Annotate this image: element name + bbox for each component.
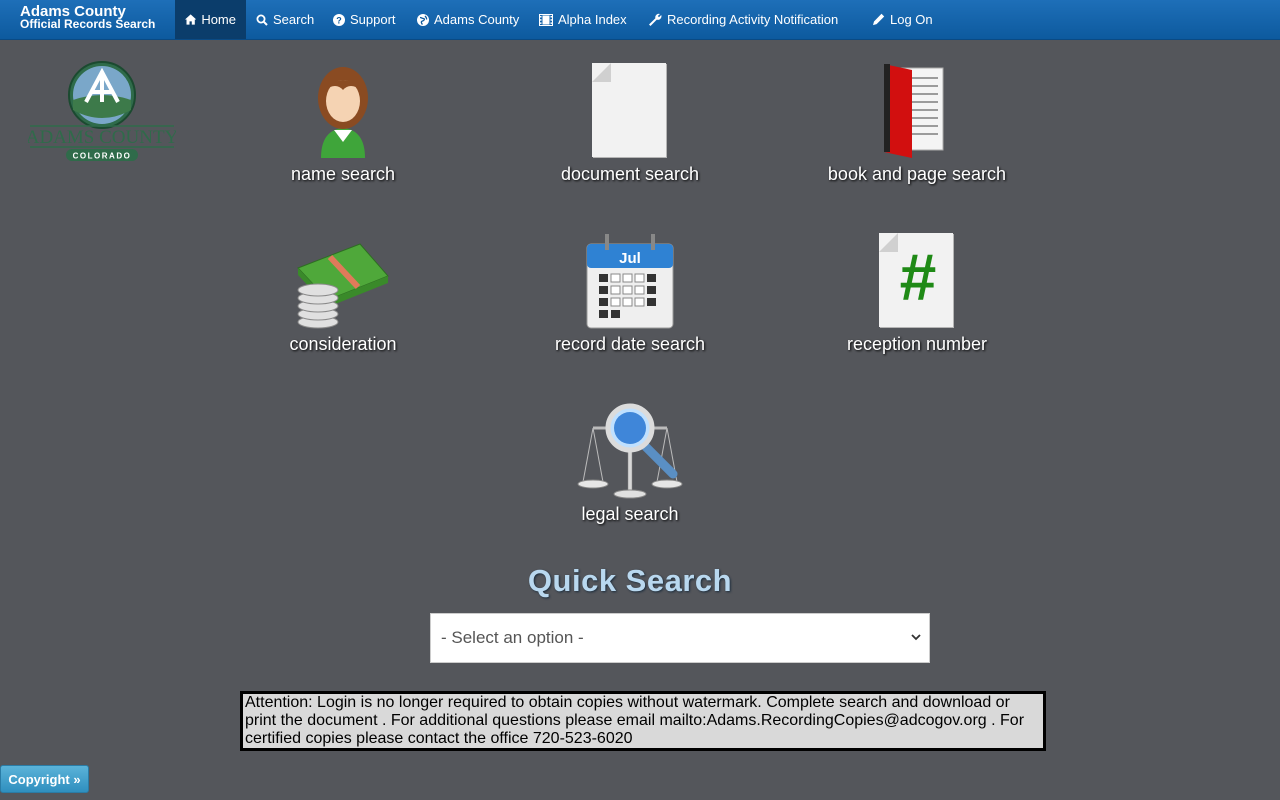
nav-home-label: Home	[201, 12, 236, 27]
svg-text:COLORADO: COLORADO	[73, 152, 132, 161]
quick-search-selected-option: - Select an option -	[441, 628, 584, 647]
tile-book-page-search-label: book and page search	[827, 164, 1007, 184]
svg-text:?: ?	[336, 15, 342, 25]
calendar-icon: Jul	[586, 234, 674, 329]
tile-reception-number-label: reception number	[846, 334, 988, 354]
nav-support[interactable]: ? Support	[333, 0, 396, 39]
book-icon	[884, 64, 944, 158]
nav-alpha-index[interactable]: Alpha Index	[539, 0, 627, 39]
nav-recording-notification[interactable]: Recording Activity Notification	[648, 0, 838, 39]
quick-search-select[interactable]: - Select an option -	[430, 613, 930, 663]
tile-record-date-search[interactable]: Jul record date search	[530, 230, 730, 355]
tile-legal-search[interactable]: legal search	[530, 400, 730, 525]
globe-icon	[417, 13, 429, 26]
home-icon	[185, 14, 197, 25]
svg-text:ADAMS COUNTY: ADAMS COUNTY	[28, 127, 176, 148]
film-icon	[539, 13, 553, 26]
top-navbar: Adams County Official Records Search Hom…	[0, 0, 1280, 40]
nav-log-on[interactable]: Log On	[872, 0, 933, 39]
document-icon	[592, 63, 667, 158]
tile-name-search-label: name search	[290, 164, 396, 184]
tile-document-search[interactable]: document search	[530, 60, 730, 185]
pencil-icon	[873, 13, 885, 26]
question-circle-icon: ?	[333, 13, 345, 26]
nav-home[interactable]: Home	[175, 0, 246, 39]
quick-search-title: Quick Search	[527, 563, 733, 598]
tile-book-page-search[interactable]: book and page search	[817, 60, 1017, 185]
nav-support-label: Support	[350, 12, 396, 27]
brand-subtitle: Official Records Search	[20, 17, 156, 31]
tile-document-search-label: document search	[560, 164, 700, 184]
tile-name-search[interactable]: name search	[243, 60, 443, 185]
tile-reception-number[interactable]: # reception number	[817, 230, 1017, 355]
tile-consideration-label: consideration	[289, 334, 397, 354]
nav-recording-notification-label: Recording Activity Notification	[667, 12, 839, 27]
tile-legal-search-label: legal search	[581, 504, 679, 524]
tile-record-date-search-label: record date search	[554, 334, 706, 354]
adams-county-logo: ADAMS COUNTY COLORADO	[26, 60, 179, 164]
money-icon	[297, 243, 389, 329]
nav-log-on-label: Log On	[890, 12, 933, 27]
nav-search[interactable]: Search	[256, 0, 314, 39]
site-brand[interactable]: Adams County Official Records Search	[20, 4, 156, 31]
hash-document-icon: #	[879, 233, 954, 328]
nav-search-label: Search	[273, 12, 315, 27]
nav-adams-county-label: Adams County	[434, 12, 520, 27]
nav-adams-county[interactable]: Adams County	[417, 0, 519, 39]
tile-consideration[interactable]: consideration	[243, 230, 443, 355]
svg-text:Jul: Jul	[619, 250, 641, 267]
attention-notice: Attention: Login is no longer required t…	[240, 691, 1046, 751]
chevron-down-icon	[911, 634, 921, 641]
person-icon	[318, 67, 368, 158]
nav-alpha-index-label: Alpha Index	[558, 12, 627, 27]
wrench-icon	[649, 13, 662, 26]
svg-text:#: #	[900, 240, 937, 314]
copyright-button[interactable]: Copyright »	[0, 765, 89, 793]
scale-magnifier-icon	[577, 403, 683, 499]
search-icon	[256, 14, 268, 26]
